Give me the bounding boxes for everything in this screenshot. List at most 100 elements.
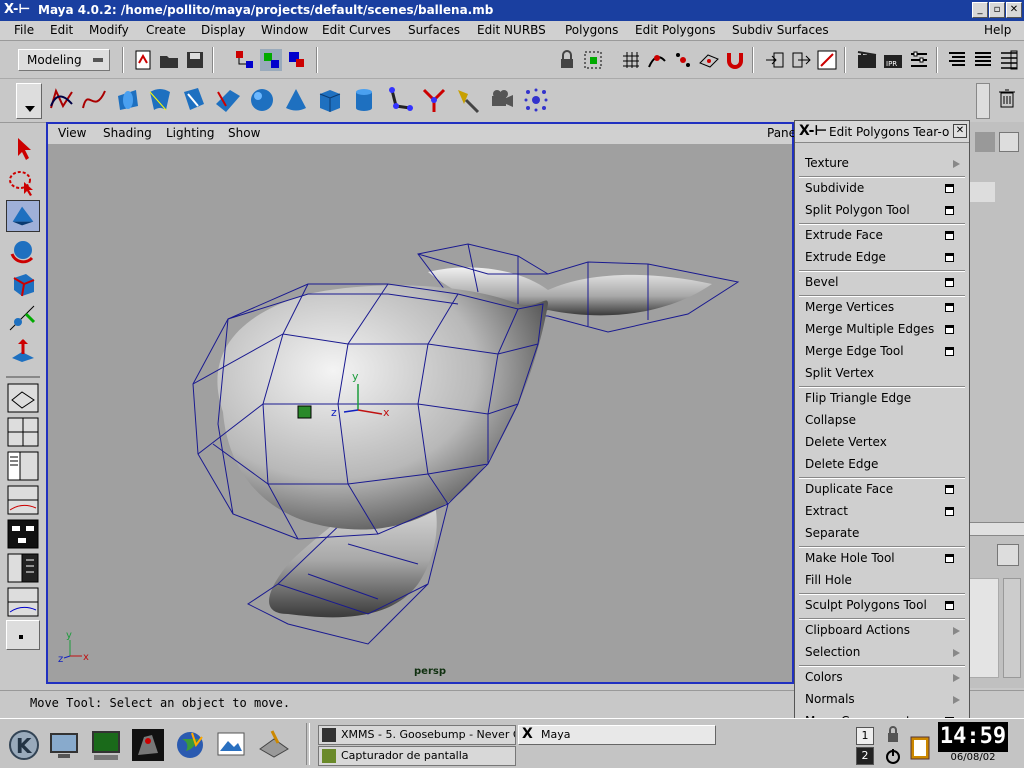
menu-item-merge-vertices[interactable]: Merge Vertices	[805, 297, 965, 317]
graph-editor-layout-icon[interactable]	[6, 586, 40, 618]
single-pane-layout-icon[interactable]	[6, 382, 40, 414]
menu-item-normals[interactable]: Normals	[805, 689, 965, 709]
trash-icon[interactable]	[996, 87, 1018, 109]
disk-tool-icon[interactable]	[256, 727, 292, 763]
menu-item-collapse[interactable]: Collapse	[805, 410, 965, 430]
select-tool-icon[interactable]	[6, 132, 40, 164]
option-box-icon[interactable]	[945, 347, 954, 356]
viewport-menu-panels[interactable]: Pane	[767, 126, 796, 140]
menu-item-merge-edge-tool[interactable]: Merge Edge Tool	[805, 341, 965, 361]
x-window-icon[interactable]: X-⊢	[799, 123, 827, 139]
render-layout-icon[interactable]	[6, 552, 40, 584]
layer-list[interactable]	[969, 578, 999, 678]
lasso-tool-icon[interactable]	[6, 166, 40, 198]
nurbs-sphere-icon[interactable]	[248, 86, 276, 114]
particle-emitter-icon[interactable]	[522, 86, 550, 114]
menu-item-subdivide[interactable]: Subdivide	[805, 178, 965, 198]
layer-icon[interactable]	[997, 544, 1019, 566]
lock-icon[interactable]	[556, 49, 578, 71]
menu-edit-nurbs[interactable]: Edit NURBS	[477, 23, 546, 37]
option-box-icon[interactable]	[945, 253, 954, 262]
option-box-icon[interactable]	[945, 184, 954, 193]
option-box-icon[interactable]	[945, 554, 954, 563]
snap-curve-icon[interactable]	[646, 49, 668, 71]
option-box-icon[interactable]	[945, 206, 954, 215]
manipulator-tool-icon[interactable]	[6, 302, 40, 334]
joint-tool-icon[interactable]	[386, 86, 414, 114]
menu-edit-polygons[interactable]: Edit Polygons	[635, 23, 715, 37]
revolve-icon[interactable]	[114, 86, 142, 114]
image-viewer-icon[interactable]	[214, 727, 250, 763]
make-live-icon[interactable]	[724, 49, 746, 71]
menu-item-merge-multiple-edges[interactable]: Merge Multiple Edges	[805, 319, 965, 339]
option-box-icon[interactable]	[945, 601, 954, 610]
viewport-menu-shading[interactable]: Shading	[103, 126, 152, 140]
ep-curve-tool-icon[interactable]	[80, 86, 108, 114]
menu-item-clipboard-actions[interactable]: Clipboard Actions	[805, 620, 965, 640]
option-box-icon[interactable]	[945, 278, 954, 287]
cv-curve-tool-icon[interactable]	[48, 86, 76, 114]
last-tool-icon[interactable]	[6, 336, 40, 368]
klipper-icon[interactable]	[908, 733, 932, 761]
option-box-icon[interactable]	[945, 507, 954, 516]
web-browser-icon[interactable]	[172, 727, 208, 763]
menu-file[interactable]: File	[14, 23, 34, 37]
option-box-icon[interactable]	[945, 303, 954, 312]
panel-icon[interactable]	[975, 132, 995, 152]
planar-icon[interactable]	[214, 86, 242, 114]
snap-grid-icon[interactable]	[620, 49, 642, 71]
rotate-tool-icon[interactable]	[6, 234, 40, 266]
layout-menu-button[interactable]	[6, 620, 40, 650]
gimp-icon[interactable]	[130, 727, 166, 763]
move-tool-icon[interactable]	[6, 200, 40, 232]
menu-item-make-hole-tool[interactable]: Make Hole Tool	[805, 548, 965, 568]
whale-model[interactable]: y x z y x z	[48, 144, 792, 682]
menu-item-duplicate-face[interactable]: Duplicate Face	[805, 479, 965, 499]
desktop-2-button[interactable]: 2	[856, 747, 874, 765]
menu-item-split-polygon-tool[interactable]: Split Polygon Tool	[805, 200, 965, 220]
clock[interactable]: 14:59	[938, 722, 1008, 752]
new-scene-icon[interactable]	[132, 49, 154, 71]
task-maya[interactable]: X Maya	[518, 725, 716, 745]
channel-box-icon[interactable]	[972, 49, 994, 71]
menu-window[interactable]: Window	[261, 23, 308, 37]
viewport-menu-show[interactable]: Show	[228, 126, 260, 140]
task-screenshot[interactable]: Capturador de pantalla	[318, 746, 516, 766]
layer-scrollbar[interactable]	[1003, 578, 1021, 678]
input-connections-icon[interactable]	[764, 49, 786, 71]
camera-icon[interactable]	[488, 86, 516, 114]
menu-polygons[interactable]: Polygons	[565, 23, 618, 37]
menu-item-sculpt-polygons-tool[interactable]: Sculpt Polygons Tool	[805, 595, 965, 615]
menu-edit-curves[interactable]: Edit Curves	[322, 23, 391, 37]
menu-item-split-vertex[interactable]: Split Vertex	[805, 363, 965, 383]
snap-view-plane-icon[interactable]	[698, 49, 720, 71]
menu-item-extract[interactable]: Extract	[805, 501, 965, 521]
menu-edit[interactable]: Edit	[50, 23, 73, 37]
menu-item-extrude-face[interactable]: Extrude Face	[805, 225, 965, 245]
output-connections-icon[interactable]	[790, 49, 812, 71]
menu-item-delete-vertex[interactable]: Delete Vertex	[805, 432, 965, 452]
save-scene-icon[interactable]	[184, 49, 206, 71]
kde-menu-icon[interactable]: K	[6, 727, 42, 763]
open-scene-icon[interactable]	[158, 49, 180, 71]
menu-item-bevel[interactable]: Bevel	[805, 272, 965, 292]
minimize-icon[interactable]: _	[972, 2, 988, 18]
construction-history-icon[interactable]	[816, 49, 838, 71]
outliner-layout-icon[interactable]	[6, 450, 40, 482]
attribute-editor-icon[interactable]	[946, 49, 968, 71]
menu-surfaces[interactable]: Surfaces	[408, 23, 460, 37]
shelf-scrollbar[interactable]	[976, 83, 990, 119]
maximize-icon[interactable]: ▫	[989, 2, 1005, 18]
menu-item-separate[interactable]: Separate	[805, 523, 965, 543]
nurbs-cube-icon[interactable]	[316, 86, 344, 114]
menu-item-extrude-edge[interactable]: Extrude Edge	[805, 247, 965, 267]
render-frame-icon[interactable]	[856, 49, 878, 71]
close-icon[interactable]: ✕	[1006, 2, 1022, 18]
four-pane-layout-icon[interactable]	[6, 416, 40, 448]
option-box-icon[interactable]	[945, 325, 954, 334]
terminal-icon[interactable]	[88, 727, 124, 763]
menu-create[interactable]: Create	[146, 23, 186, 37]
show-desktop-icon[interactable]	[46, 727, 82, 763]
tool-settings-icon[interactable]	[998, 49, 1020, 71]
shelf-menu-button[interactable]	[16, 83, 42, 119]
